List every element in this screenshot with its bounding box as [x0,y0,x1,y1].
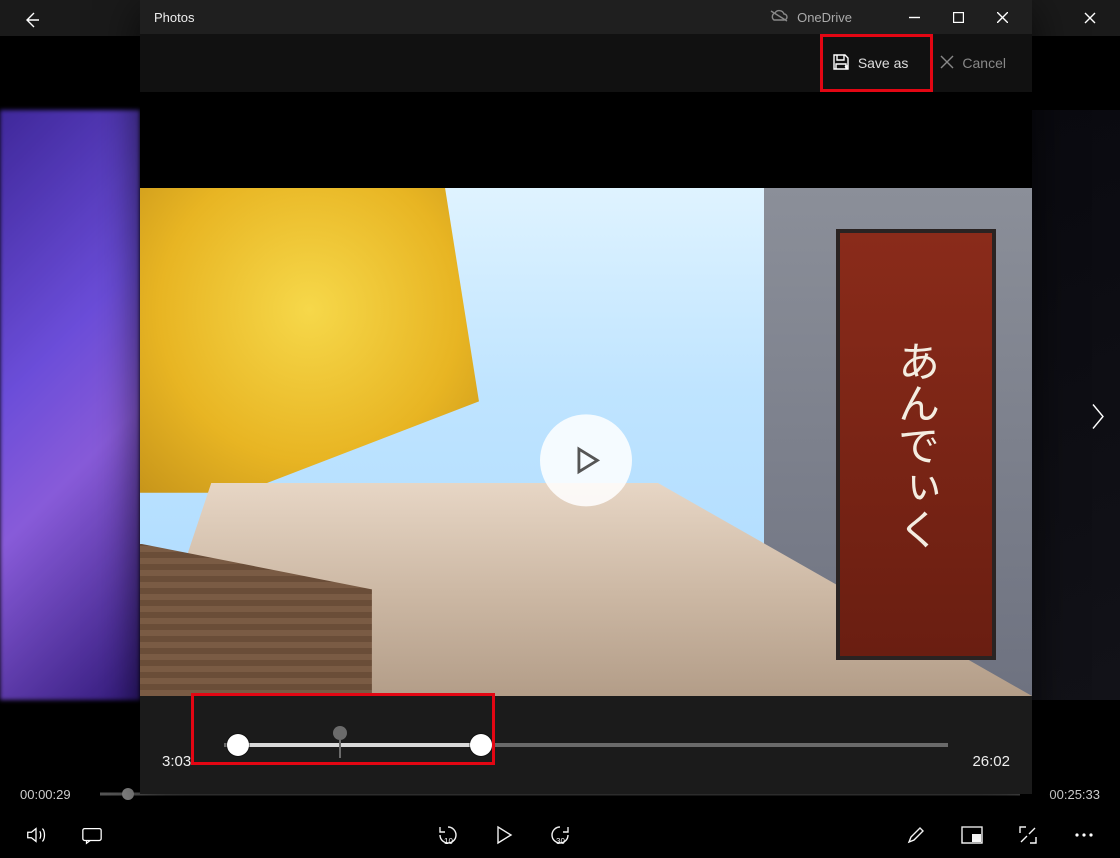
background-video-art-left [0,110,140,700]
subtitles-icon[interactable] [76,819,108,851]
skip-back-10-icon[interactable]: 10 [432,819,464,851]
svg-text:30: 30 [556,837,565,846]
cloud-off-icon [769,9,789,26]
highlight-save-as [820,34,933,92]
cancel-close-icon [940,55,954,72]
onedrive-label: OneDrive [797,10,852,25]
signboard-text: あんでぃく [836,229,997,661]
photos-trim-window: Photos OneDrive Save as C [140,0,1032,794]
cancel-label: Cancel [962,55,1006,71]
app-title: Photos [154,10,194,25]
fullscreen-icon[interactable] [1012,819,1044,851]
outer-total-time: 00:25:33 [1030,787,1100,802]
onedrive-status[interactable]: OneDrive [769,9,852,26]
video-preview-area: あんでぃく [140,92,1032,696]
mini-view-icon[interactable] [956,819,988,851]
skip-fwd-30-icon[interactable]: 30 [544,819,576,851]
svg-text:10: 10 [444,837,453,846]
volume-icon[interactable] [20,819,52,851]
outer-current-time: 00:00:29 [20,787,90,802]
chevron-right-icon[interactable] [1088,402,1108,439]
modal-titlebar[interactable]: Photos OneDrive [140,0,1032,34]
video-frame: あんでぃく [140,188,1032,696]
play-icon[interactable] [488,819,520,851]
trim-end-time: 26:02 [958,753,1010,770]
more-icon[interactable] [1068,819,1100,851]
outer-close-icon[interactable] [1068,2,1112,34]
back-arrow-icon[interactable] [22,10,42,35]
pencil-icon[interactable] [900,819,932,851]
close-icon[interactable] [980,3,1024,31]
preview-play-button[interactable] [540,414,632,506]
maximize-icon[interactable] [936,3,980,31]
cancel-button[interactable]: Cancel [928,44,1018,82]
minimize-icon[interactable] [892,3,936,31]
highlight-trim-handles [191,693,495,765]
